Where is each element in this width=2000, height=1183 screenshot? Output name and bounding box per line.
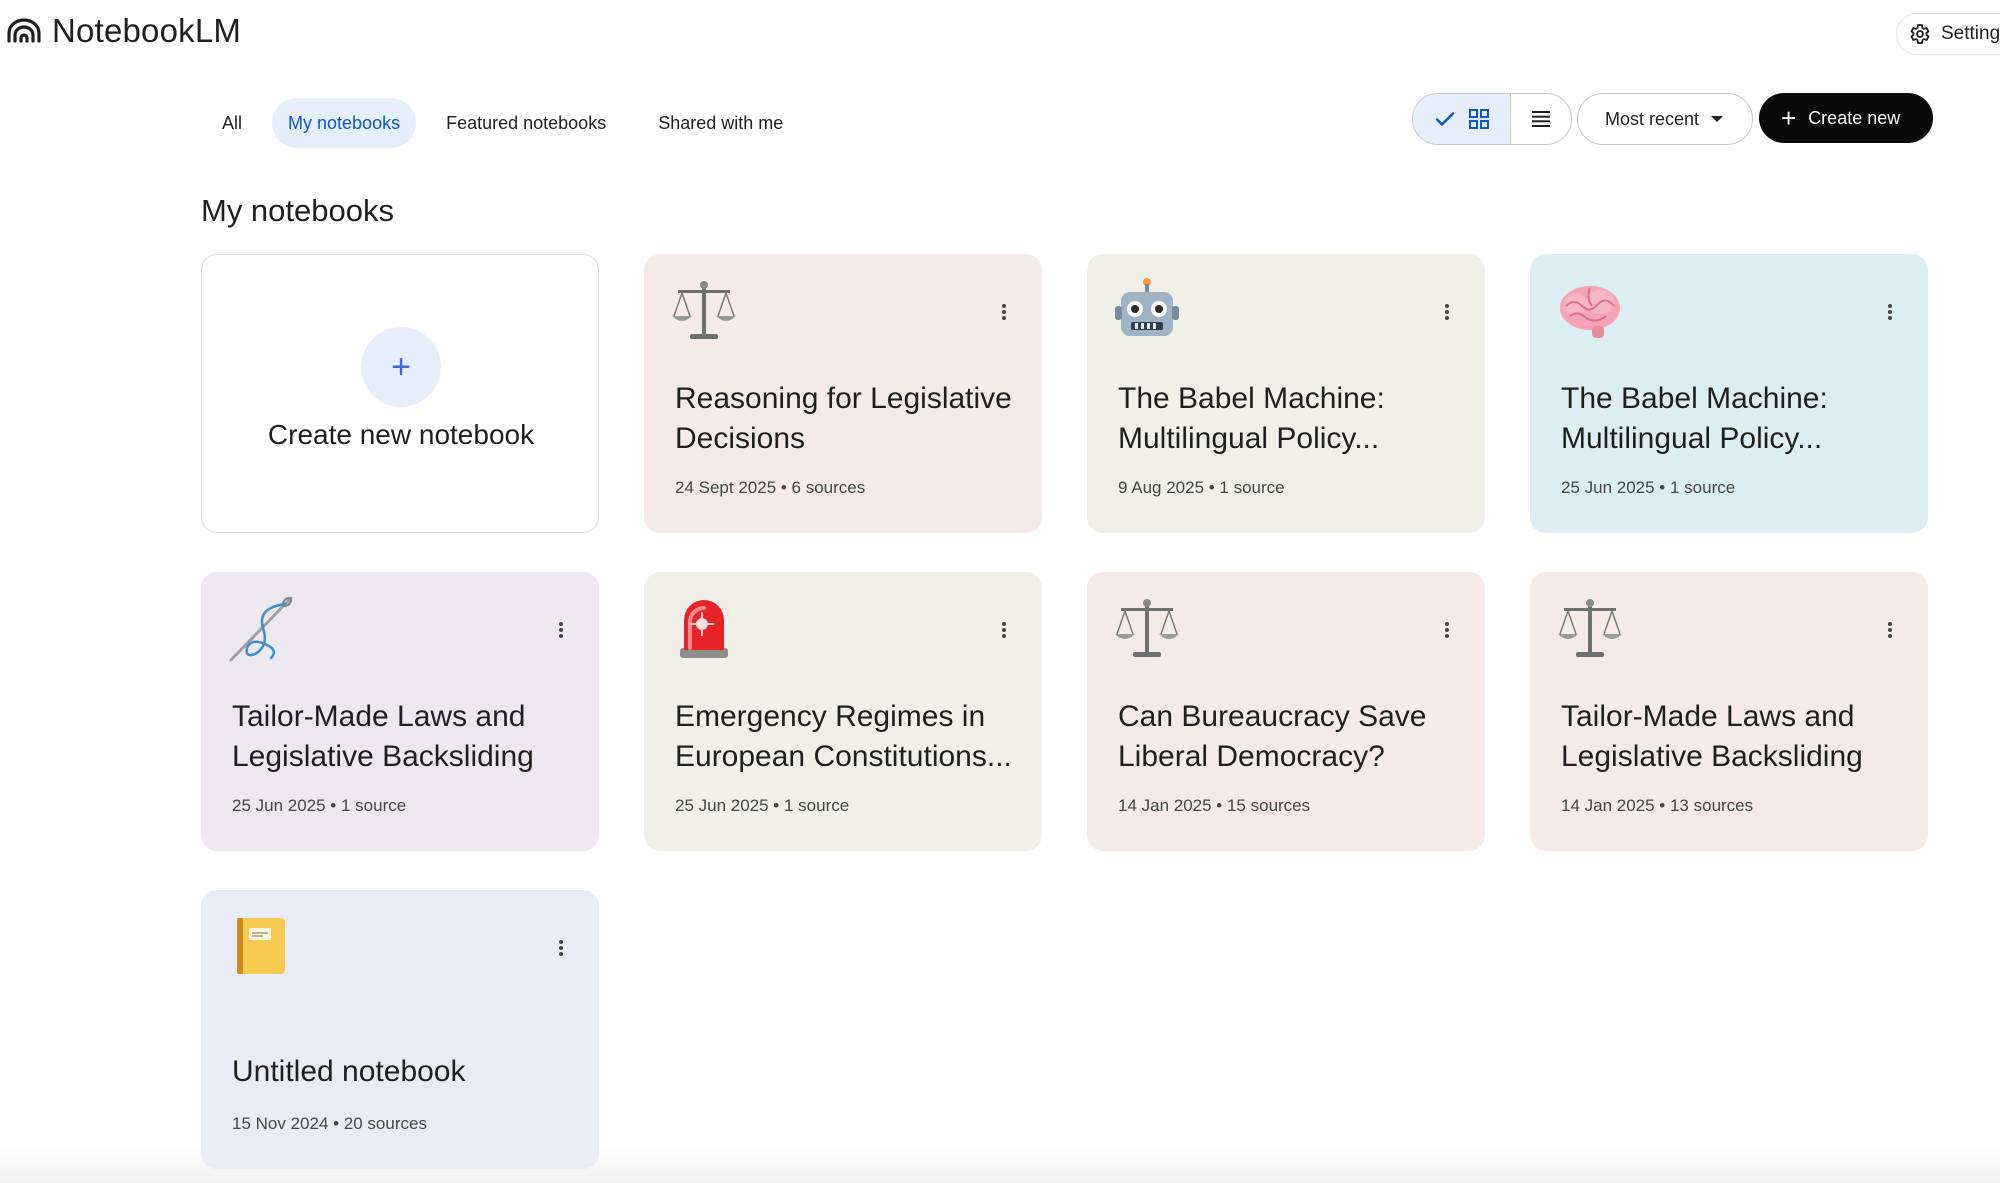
notebook-meta: 24 Sept 2025 • 6 sources <box>675 478 866 497</box>
more-vert-icon <box>559 622 563 638</box>
sort-dropdown[interactable]: Most recent <box>1577 93 1753 145</box>
plus-icon: + <box>361 327 441 407</box>
notebook-card[interactable]: Emergency Regimes in European Constituti… <box>644 572 1042 851</box>
more-vert-icon <box>559 940 563 956</box>
app-bar: NotebookLM Settings <box>0 0 2000 68</box>
notebook-icon <box>227 912 295 980</box>
more-vert-icon <box>1002 622 1006 638</box>
notebook-title: Can Bureaucracy Save Liberal Democracy? <box>1118 700 1427 773</box>
notebooklm-logo-icon <box>7 18 41 43</box>
notebook-meta: 14 Jan 2025 • 15 sources <box>1118 796 1311 815</box>
grid-view-button[interactable] <box>1413 94 1512 144</box>
section-title: My notebooks <box>201 193 394 228</box>
needle-thread-icon <box>227 594 295 662</box>
notebook-meta: 15 Nov 2024 • 20 sources <box>232 1114 427 1133</box>
create-notebook-label: Create new notebook <box>267 419 535 450</box>
notebook-title: The Babel Machine: Multilingual Policy..… <box>1561 382 1828 455</box>
caret-down-icon <box>1711 116 1724 122</box>
grid-icon <box>1468 109 1489 129</box>
siren-light-icon <box>670 594 738 662</box>
more-options-button[interactable] <box>541 610 581 650</box>
more-options-button[interactable] <box>984 610 1024 650</box>
tab-shared-with-me[interactable]: Shared with me <box>636 98 805 148</box>
more-options-button[interactable] <box>541 928 581 968</box>
more-vert-icon <box>1445 622 1449 638</box>
create-new-button[interactable]: + Create new <box>1759 93 1933 143</box>
more-vert-icon <box>1888 304 1892 320</box>
filter-tabs: All My notebooks Featured notebooks Shar… <box>200 98 805 148</box>
sort-label: Most recent <box>1605 108 1700 129</box>
notebook-title: Reasoning for Legislative Decisions <box>675 382 1012 455</box>
tab-featured-notebooks[interactable]: Featured notebooks <box>424 98 628 148</box>
balance-scale-icon <box>1113 594 1181 662</box>
gear-icon <box>1910 24 1930 44</box>
more-vert-icon <box>1002 304 1006 320</box>
tab-my-notebooks[interactable]: My notebooks <box>272 98 417 148</box>
create-notebook-card[interactable]: + Create new notebook <box>201 254 599 533</box>
notebook-meta: 25 Jun 2025 • 1 source <box>232 796 407 815</box>
notebook-card[interactable]: Reasoning for Legislative Decisions 24 S… <box>644 254 1042 533</box>
notebook-card[interactable]: Tailor-Made Laws and Legislative Backsli… <box>1530 572 1928 851</box>
create-new-label: Create new <box>1808 107 1901 128</box>
list-icon <box>1532 111 1551 127</box>
list-view-button[interactable] <box>1511 94 1571 144</box>
app-logo[interactable]: NotebookLM <box>6 12 241 50</box>
more-options-button[interactable] <box>1427 292 1467 332</box>
notebook-title: Untitled notebook <box>232 1055 466 1088</box>
tab-all[interactable]: All <box>200 98 264 148</box>
more-vert-icon <box>1888 622 1892 638</box>
notebook-meta: 9 Aug 2025 • 1 source <box>1118 478 1285 497</box>
balance-scale-icon <box>1556 594 1624 662</box>
more-vert-icon <box>1445 304 1449 320</box>
app-title: NotebookLM <box>52 12 242 49</box>
notebook-card[interactable]: Tailor-Made Laws and Legislative Backsli… <box>201 572 599 851</box>
brain-icon <box>1556 276 1624 344</box>
notebook-card[interactable]: Untitled notebook 15 Nov 2024 • 20 sourc… <box>201 890 599 1169</box>
notebook-meta: 25 Jun 2025 • 1 source <box>1561 478 1736 497</box>
notebook-title: The Babel Machine: Multilingual Policy..… <box>1118 382 1385 455</box>
plus-icon: + <box>1781 103 1797 133</box>
view-toggle <box>1412 93 1572 145</box>
settings-label: Settings <box>1941 23 2000 44</box>
notebook-title: Tailor-Made Laws and Legislative Backsli… <box>232 700 534 773</box>
notebook-meta: 14 Jan 2025 • 13 sources <box>1561 796 1754 815</box>
more-options-button[interactable] <box>1870 292 1910 332</box>
checkmark-icon <box>1435 112 1454 126</box>
more-options-button[interactable] <box>1870 610 1910 650</box>
more-options-button[interactable] <box>1427 610 1467 650</box>
notebook-meta: 25 Jun 2025 • 1 source <box>675 796 850 815</box>
balance-scale-icon <box>670 276 738 344</box>
notebook-card[interactable]: Can Bureaucracy Save Liberal Democracy? … <box>1087 572 1485 851</box>
notebook-title: Emergency Regimes in European Constituti… <box>675 700 1012 773</box>
more-options-button[interactable] <box>984 292 1024 332</box>
notebook-card[interactable]: The Babel Machine: Multilingual Policy..… <box>1087 254 1485 533</box>
notebook-title: Tailor-Made Laws and Legislative Backsli… <box>1561 700 1863 773</box>
robot-icon <box>1113 276 1181 344</box>
settings-button[interactable]: Settings <box>1896 13 2000 55</box>
notebook-card[interactable]: The Babel Machine: Multilingual Policy..… <box>1530 254 1928 533</box>
